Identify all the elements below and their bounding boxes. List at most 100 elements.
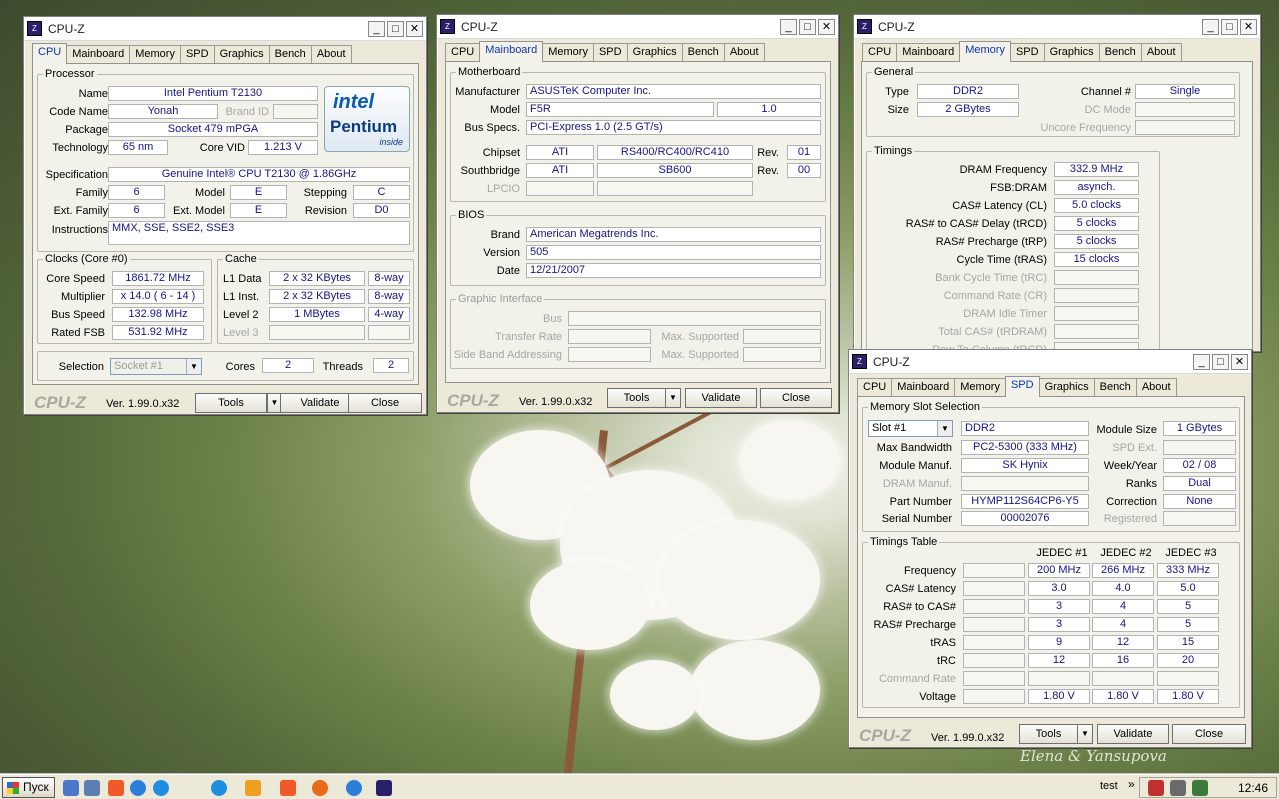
- tab-memory[interactable]: Memory: [129, 45, 181, 63]
- security-tray-icon[interactable]: [1148, 780, 1164, 796]
- tab-memory[interactable]: Memory: [954, 378, 1006, 396]
- tab-graphics[interactable]: Graphics: [1038, 378, 1095, 396]
- title-bar[interactable]: Z CPU-Z _ □ ✕: [24, 17, 426, 41]
- title-bar[interactable]: Z CPU-Z _ □ ✕: [854, 15, 1260, 39]
- ext-family-value: 6: [108, 203, 165, 218]
- globe-browser-icon[interactable]: [346, 780, 362, 796]
- chevron-down-icon[interactable]: ▼: [937, 421, 952, 436]
- tray-expand-chevron[interactable]: »: [1128, 777, 1135, 791]
- title-bar[interactable]: Z CPU-Z _ □ ✕: [437, 15, 838, 39]
- close-button[interactable]: Close: [1172, 724, 1246, 744]
- window-title: CPU-Z: [873, 354, 910, 369]
- cpuz-window-spd[interactable]: Z CPU-Z _ □ ✕ CPU Mainboard Memory SPD G…: [848, 349, 1252, 748]
- internet-explorer-icon[interactable]: [211, 780, 227, 796]
- close-button[interactable]: Close: [760, 388, 832, 408]
- southbridge-rev-value: 00: [787, 163, 821, 178]
- internet-explorer-icon[interactable]: [153, 780, 169, 796]
- cpuz-app-icon: Z: [852, 354, 867, 369]
- tab-cpu[interactable]: CPU: [857, 378, 893, 396]
- gi-transfer-value: [568, 329, 651, 344]
- cpuz-task-icon[interactable]: [376, 780, 392, 796]
- minimize-button[interactable]: _: [780, 18, 797, 35]
- maximize-button[interactable]: □: [799, 18, 816, 35]
- tools-dropdown-arrow[interactable]: ▼: [1077, 724, 1093, 744]
- maximize-button[interactable]: □: [1212, 353, 1229, 370]
- tab-bench[interactable]: Bench: [681, 43, 725, 61]
- tab-bench[interactable]: Bench: [1093, 378, 1137, 396]
- gi-sba-value: [568, 347, 651, 362]
- timing-empty-cell: [963, 599, 1025, 614]
- tools-button[interactable]: Tools: [195, 393, 267, 413]
- tab-cpu[interactable]: CPU: [32, 43, 68, 64]
- jedec-column-header: JEDEC #2: [1100, 547, 1152, 559]
- clock[interactable]: 12:46: [1238, 778, 1268, 798]
- code-name-value: Yonah: [108, 104, 218, 119]
- tab-about[interactable]: About: [723, 43, 765, 61]
- tab-cpu[interactable]: CPU: [862, 43, 898, 61]
- tab-mainboard[interactable]: Mainboard: [891, 378, 956, 396]
- my-computer-icon[interactable]: [84, 780, 100, 796]
- firefox-icon[interactable]: [312, 780, 328, 796]
- start-button[interactable]: Пуск: [2, 777, 55, 798]
- tab-memory[interactable]: Memory: [542, 43, 594, 61]
- tab-graphics[interactable]: Graphics: [626, 43, 683, 61]
- tab-graphics[interactable]: Graphics: [213, 45, 270, 63]
- close-window-button[interactable]: ✕: [1240, 18, 1257, 35]
- cpuz-window-mainboard[interactable]: Z CPU-Z _ □ ✕ CPU Mainboard Memory SPD G…: [436, 14, 839, 413]
- general-group: General Type DDR2 Channel # Single Size …: [866, 66, 1240, 137]
- tab-mainboard[interactable]: Mainboard: [896, 43, 961, 61]
- network-icon[interactable]: [1192, 780, 1208, 796]
- close-window-button[interactable]: ✕: [1231, 353, 1248, 370]
- validate-button[interactable]: Validate: [685, 388, 757, 408]
- tab-strip: CPU Mainboard Memory SPD Graphics Bench …: [32, 43, 352, 64]
- tab-spd[interactable]: SPD: [592, 43, 628, 61]
- cpuz-window-cpu[interactable]: Z CPU-Z _ □ ✕ CPU Mainboard Memory SPD G…: [23, 16, 427, 415]
- media-player-icon[interactable]: [245, 780, 261, 796]
- package-value: Socket 479 mPGA: [108, 122, 318, 137]
- bus-speed-value: 132.98 MHz: [112, 307, 204, 322]
- tools-button[interactable]: Tools: [1019, 724, 1078, 744]
- minimize-button[interactable]: _: [1193, 353, 1210, 370]
- timing-cell: 4: [1092, 599, 1154, 614]
- tab-bench[interactable]: Bench: [268, 45, 312, 63]
- tab-about[interactable]: About: [1140, 43, 1182, 61]
- chevron-down-icon[interactable]: ▼: [186, 359, 201, 374]
- timing-cell: [1157, 671, 1219, 686]
- tab-spd[interactable]: SPD: [1009, 43, 1045, 61]
- maximize-button[interactable]: □: [1221, 18, 1238, 35]
- close-window-button[interactable]: ✕: [406, 20, 423, 37]
- socket-select[interactable]: Socket #1 ▼: [110, 358, 202, 375]
- volume-muted-icon[interactable]: [1170, 780, 1186, 796]
- brave-browser-icon[interactable]: [108, 780, 124, 796]
- show-desktop-icon[interactable]: [63, 780, 79, 796]
- minimize-button[interactable]: _: [1202, 18, 1219, 35]
- tools-button[interactable]: Tools: [607, 388, 666, 408]
- maximize-button[interactable]: □: [387, 20, 404, 37]
- brave-browser-icon[interactable]: [280, 780, 296, 796]
- cpuz-brand-logo: CPU-Z: [447, 391, 499, 410]
- minimize-button[interactable]: _: [368, 20, 385, 37]
- tab-about[interactable]: About: [1135, 378, 1177, 396]
- tab-about[interactable]: About: [310, 45, 352, 63]
- tab-spd[interactable]: SPD: [179, 45, 215, 63]
- gi-bus-value: [568, 311, 821, 326]
- tools-dropdown-arrow[interactable]: ▼: [665, 388, 681, 408]
- tab-graphics[interactable]: Graphics: [1043, 43, 1100, 61]
- close-button[interactable]: Close: [348, 393, 422, 413]
- timing-empty-cell: [963, 617, 1025, 632]
- tab-bench[interactable]: Bench: [1098, 43, 1142, 61]
- title-bar[interactable]: Z CPU-Z _ □ ✕: [849, 350, 1251, 374]
- tab-mainboard[interactable]: Mainboard: [66, 45, 131, 63]
- tab-spd[interactable]: SPD: [1004, 376, 1040, 397]
- command-rate-value: [1054, 288, 1139, 303]
- globe-browser-icon[interactable]: [130, 780, 146, 796]
- tab-memory[interactable]: Memory: [959, 41, 1011, 62]
- tab-strip: CPU Mainboard Memory SPD Graphics Bench …: [857, 376, 1177, 397]
- language-indicator[interactable]: test: [1100, 780, 1118, 792]
- slot-select[interactable]: Slot #1 ▼: [868, 420, 953, 437]
- validate-button[interactable]: Validate: [1097, 724, 1169, 744]
- tab-cpu[interactable]: CPU: [445, 43, 481, 61]
- tab-mainboard[interactable]: Mainboard: [479, 41, 544, 62]
- cpuz-window-memory[interactable]: Z CPU-Z _ □ ✕ CPU Mainboard Memory SPD G…: [853, 14, 1261, 352]
- close-window-button[interactable]: ✕: [818, 18, 835, 35]
